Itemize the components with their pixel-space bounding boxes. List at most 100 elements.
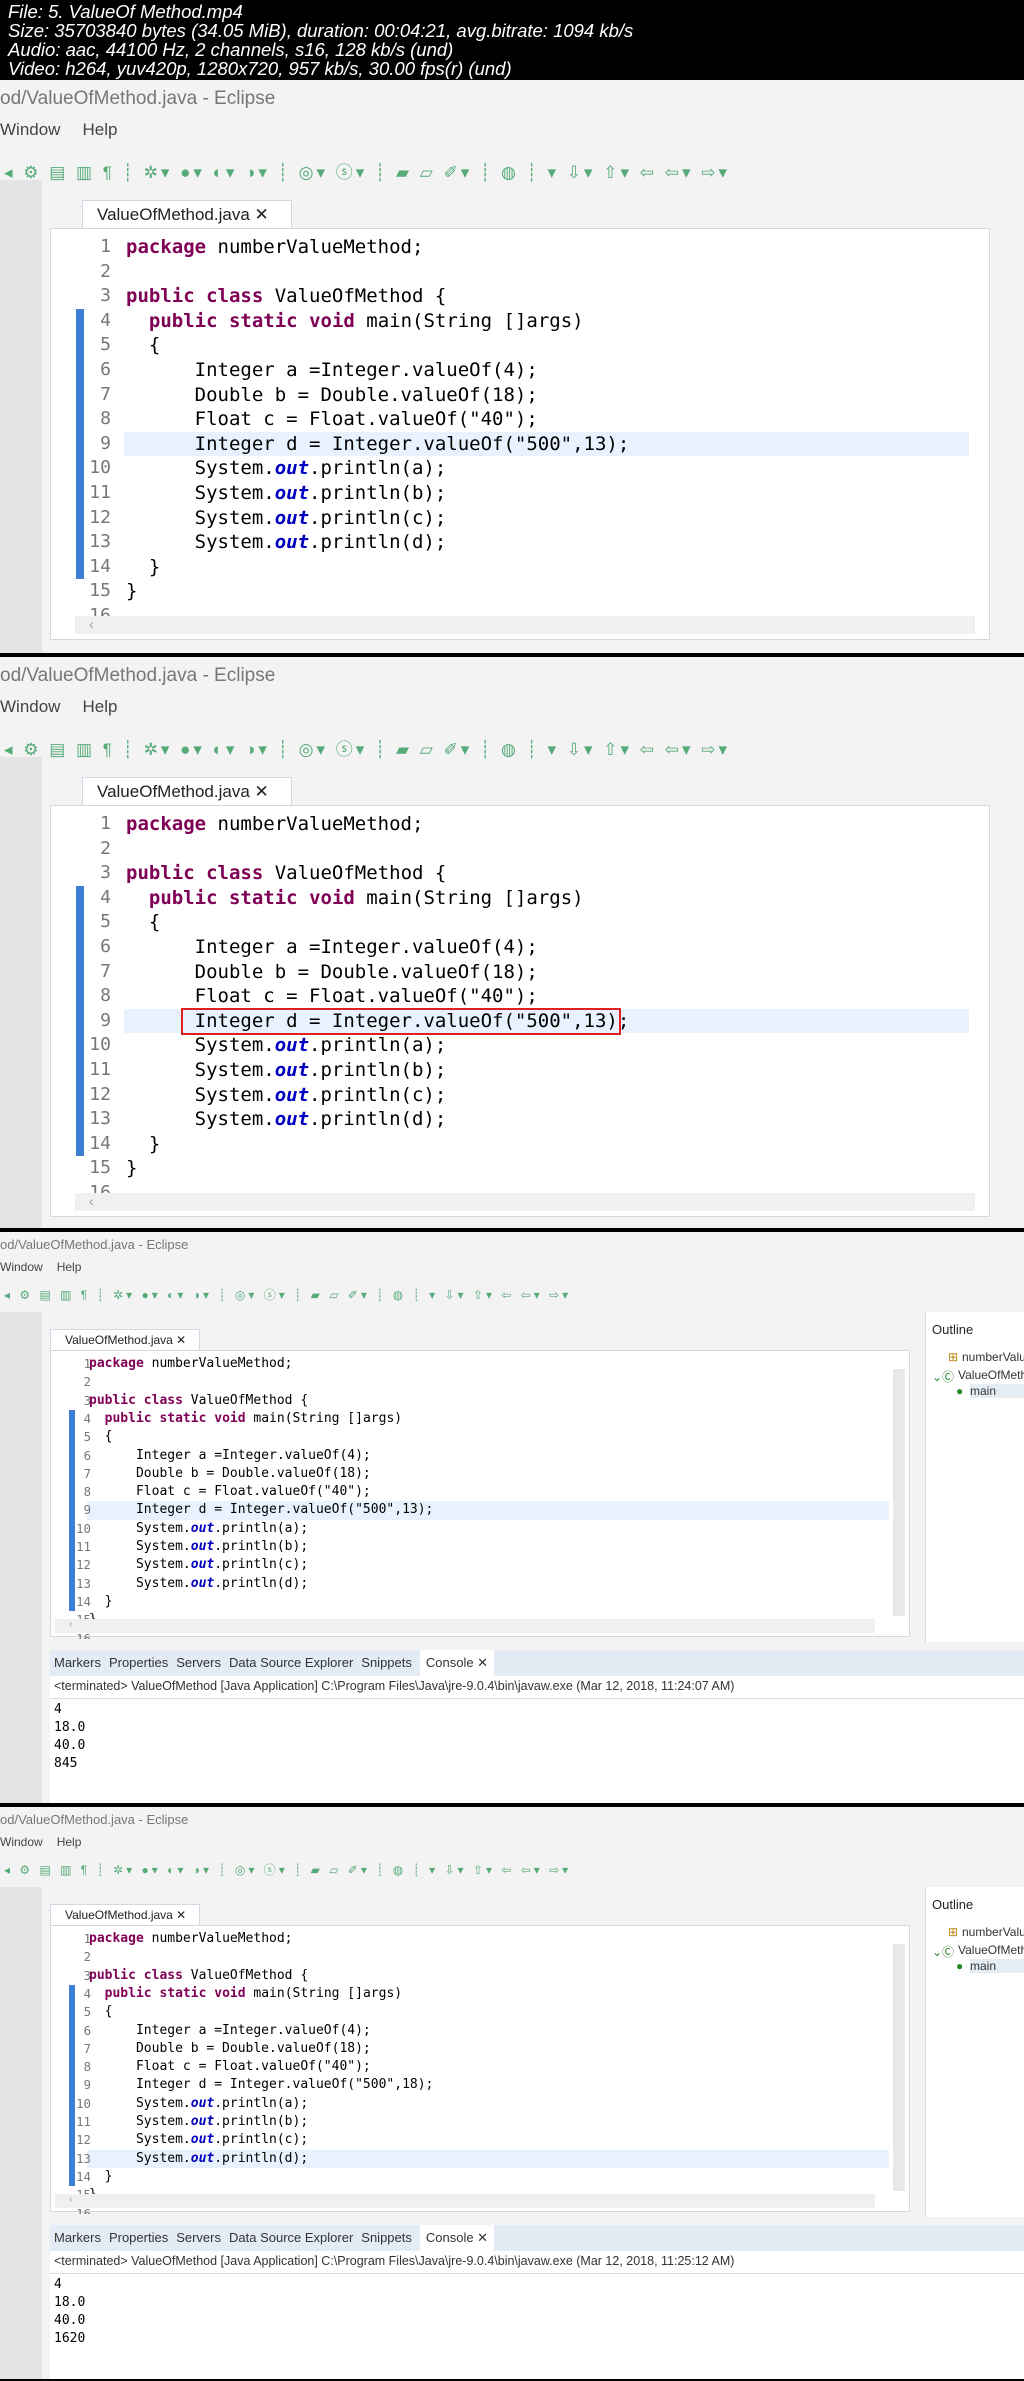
code-line[interactable]: System.out.println(c); — [126, 1083, 447, 1108]
code-line[interactable]: System.out.println(b); — [126, 481, 447, 506]
code-line[interactable]: System.out.println(c); — [126, 506, 447, 531]
code-line[interactable]: Integer d = Integer.valueOf("500",13); — [89, 1501, 433, 1519]
toolbar[interactable]: ◂ ⚙ ▤ ▥ ¶ ┊ ✲▾ ●▾ ◐▾ ◑▾ ┊ ◎▾ ⓢ▾ ┊ ▰ ▱ ✐▾… — [0, 735, 1024, 760]
outline-item-class[interactable]: ValueOfMethod — [958, 1368, 1024, 1382]
code-line[interactable]: } — [89, 2168, 113, 2186]
code-line[interactable]: } — [126, 1132, 160, 1157]
code-line[interactable]: Integer d = Integer.valueOf("500",13); — [126, 432, 630, 457]
code-line[interactable]: public static void main(String []args) — [126, 886, 584, 911]
code-line[interactable]: package numberValueMethod; — [126, 812, 423, 837]
code-editor[interactable]: 1 package numberValueMethod; 2 3 public clas… — [50, 1350, 910, 1639]
tab-servers[interactable]: Servers — [176, 1650, 221, 1676]
outline-item-method[interactable]: main — [970, 1959, 1024, 1973]
code-editor[interactable]: 1 package numberValueMethod; 2 3 public clas… — [50, 1925, 910, 2214]
horizontal-scrollbar[interactable]: ‹ — [55, 2194, 875, 2208]
code-line[interactable]: package numberValueMethod; — [126, 235, 423, 260]
menu-item-help[interactable]: Help — [57, 1260, 82, 1274]
code-line[interactable]: } — [89, 1593, 113, 1611]
menu-item-window[interactable]: Window — [0, 1835, 43, 1849]
editor-tab-valueofmethod[interactable]: ValueOfMethod.java ✕ — [82, 200, 292, 228]
horizontal-scrollbar[interactable]: ‹ — [75, 616, 975, 634]
code-line[interactable]: Integer a =Integer.valueOf(4); — [126, 935, 538, 960]
tab-console[interactable]: Console ✕ — [419, 1650, 495, 1676]
code-line[interactable]: System.out.println(d); — [126, 530, 447, 555]
code-line[interactable]: Double b = Double.valueOf(18); — [126, 383, 538, 408]
code-line[interactable]: System.out.println(b); — [89, 1538, 308, 1556]
code-line[interactable]: { — [126, 910, 160, 935]
code-line[interactable]: System.out.println(d); — [126, 1107, 447, 1132]
code-line[interactable]: public static void main(String []args) — [89, 1985, 402, 2003]
code-line[interactable]: System.out.println(d); — [89, 2150, 308, 2168]
outline-item-package[interactable]: numberValueMethod — [962, 1925, 1024, 1939]
code-line[interactable]: Float c = Float.valueOf("40"); — [126, 984, 538, 1009]
code-line[interactable]: public class ValueOfMethod { — [89, 1392, 308, 1410]
code-line[interactable]: public class ValueOfMethod { — [89, 1967, 308, 1985]
code-line[interactable]: { — [89, 2003, 113, 2021]
code-line[interactable]: System.out.println(a); — [126, 456, 447, 481]
code-line[interactable]: public static void main(String []args) — [126, 309, 584, 334]
vertical-scrollbar[interactable] — [893, 1944, 905, 2191]
toolbar[interactable]: ◂ ⚙ ▤ ▥ ¶ ┊ ✲▾ ●▾ ◐▾ ◑▾ ┊ ◎▾ ⓢ▾ ┊ ▰ ▱ ✐▾… — [0, 1286, 1024, 1303]
tab-snippets[interactable]: Snippets — [361, 2225, 412, 2251]
tab-console[interactable]: Console ✕ — [419, 2225, 495, 2251]
code-line[interactable]: { — [126, 333, 160, 358]
outline-item-class[interactable]: ValueOfMethod — [958, 1943, 1024, 1957]
code-line[interactable]: Integer d = Integer.valueOf("500",18); — [89, 2076, 433, 2094]
code-line[interactable]: System.out.println(c); — [89, 2131, 308, 2149]
menu-item-window[interactable]: Window — [0, 697, 60, 717]
tab-data-source-explorer[interactable]: Data Source Explorer — [229, 2225, 353, 2251]
code-line[interactable]: Double b = Double.valueOf(18); — [89, 2040, 371, 2058]
code-line[interactable]: System.out.println(b); — [126, 1058, 447, 1083]
tab-properties[interactable]: Properties — [109, 2225, 168, 2251]
outline-item-method[interactable]: main — [970, 1384, 1024, 1398]
editor-tab-valueofmethod[interactable]: ValueOfMethod.java ✕ — [50, 1329, 200, 1350]
code-line[interactable]: package numberValueMethod; — [89, 1930, 293, 1948]
horizontal-scrollbar[interactable]: ‹ — [75, 1193, 975, 1211]
code-line[interactable]: Integer a =Integer.valueOf(4); — [126, 358, 538, 383]
code-line[interactable]: Double b = Double.valueOf(18); — [126, 960, 538, 985]
code-line[interactable]: Integer a =Integer.valueOf(4); — [89, 1447, 371, 1465]
line-number: 9 — [100, 432, 111, 454]
code-line[interactable]: } — [126, 1156, 137, 1181]
toolbar[interactable]: ◂ ⚙ ▤ ▥ ¶ ┊ ✲▾ ●▾ ◐▾ ◑▾ ┊ ◎▾ ⓢ▾ ┊ ▰ ▱ ✐▾… — [0, 1861, 1024, 1878]
code-line[interactable]: Float c = Float.valueOf("40"); — [89, 2058, 371, 2076]
window-title: od/ValueOfMethod.java - Eclipse — [0, 1237, 189, 1252]
toolbar[interactable]: ◂ ⚙ ▤ ▥ ¶ ┊ ✲▾ ●▾ ◐▾ ◑▾ ┊ ◎▾ ⓢ▾ ┊ ▰ ▱ ✐▾… — [0, 158, 1024, 183]
code-line[interactable]: public class ValueOfMethod { — [126, 861, 446, 886]
tab-markers[interactable]: Markers — [54, 1650, 101, 1676]
code-line[interactable]: System.out.println(d); — [89, 1575, 308, 1593]
menu-item-window[interactable]: Window — [0, 120, 60, 140]
horizontal-scrollbar[interactable]: ‹ — [55, 1619, 875, 1633]
code-line[interactable]: } — [126, 555, 160, 580]
tab-servers[interactable]: Servers — [176, 2225, 221, 2251]
tab-properties[interactable]: Properties — [109, 1650, 168, 1676]
code-line[interactable]: Float c = Float.valueOf("40"); — [89, 1483, 371, 1501]
code-line[interactable]: Float c = Float.valueOf("40"); — [126, 407, 538, 432]
outline-item-package[interactable]: numberValueMethod — [962, 1350, 1024, 1364]
menu-item-help[interactable]: Help — [82, 697, 117, 717]
editor-tab-valueofmethod[interactable]: ValueOfMethod.java ✕ — [82, 777, 292, 805]
code-line[interactable]: Double b = Double.valueOf(18); — [89, 1465, 371, 1483]
code-line[interactable]: { — [89, 1428, 113, 1446]
code-line[interactable]: System.out.println(b); — [89, 2113, 308, 2131]
code-line[interactable]: public class ValueOfMethod { — [126, 284, 446, 309]
code-line[interactable]: System.out.println(c); — [89, 1556, 308, 1574]
code-line[interactable]: System.out.println(a); — [89, 1520, 308, 1538]
code-line[interactable]: package numberValueMethod; — [89, 1355, 293, 1373]
code-line[interactable]: System.out.println(a); — [126, 1033, 447, 1058]
console-output-line: 1620 — [54, 2331, 86, 2346]
code-line[interactable]: System.out.println(a); — [89, 2095, 308, 2113]
code-line[interactable]: Integer a =Integer.valueOf(4); — [89, 2022, 371, 2040]
code-line[interactable]: public static void main(String []args) — [89, 1410, 402, 1428]
vertical-scrollbar[interactable] — [893, 1369, 905, 1616]
tab-data-source-explorer[interactable]: Data Source Explorer — [229, 1650, 353, 1676]
menu-item-help[interactable]: Help — [82, 120, 117, 140]
editor-tab-valueofmethod[interactable]: ValueOfMethod.java ✕ — [50, 1904, 200, 1925]
tab-markers[interactable]: Markers — [54, 2225, 101, 2251]
tab-snippets[interactable]: Snippets — [361, 1650, 412, 1676]
menu-item-window[interactable]: Window — [0, 1260, 43, 1274]
code-editor[interactable]: 1 package numberValueMethod; 2 3 public clas… — [50, 805, 990, 1217]
menu-item-help[interactable]: Help — [57, 1835, 82, 1849]
code-editor[interactable]: 1 package numberValueMethod; 2 3 public clas… — [50, 228, 990, 640]
code-line[interactable]: } — [126, 579, 137, 604]
